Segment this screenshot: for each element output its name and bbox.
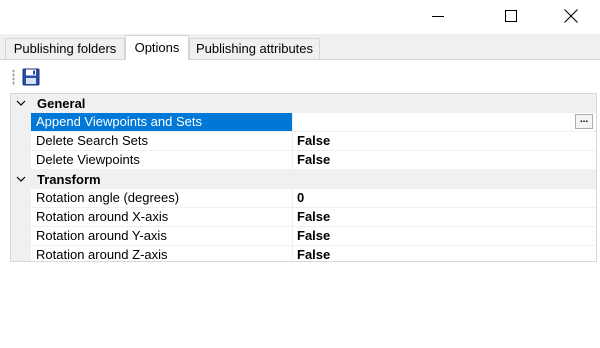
property-row-rotation-y[interactable]: Rotation around Y-axis False [31, 227, 596, 246]
tab-publishing-attributes[interactable]: Publishing attributes [189, 38, 320, 59]
property-value[interactable]: False [294, 227, 596, 245]
chevron-down-icon[interactable] [15, 171, 27, 187]
property-row-delete-search-sets[interactable]: Delete Search Sets False [31, 132, 596, 151]
property-name: Rotation around Z-axis [31, 246, 293, 264]
property-name: Rotation around Y-axis [31, 227, 293, 245]
maximize-button[interactable] [488, 0, 534, 32]
property-grid: General Append Viewpoints and Sets ... D… [10, 93, 597, 265]
floppy-disk-save-icon [22, 68, 40, 86]
property-value[interactable]: ... [294, 113, 596, 131]
maximize-icon [505, 10, 517, 22]
category-general[interactable]: General [11, 94, 596, 113]
toolbar-grip[interactable] [12, 69, 15, 86]
category-label: Transform [37, 172, 101, 187]
property-value[interactable]: False [294, 208, 596, 226]
property-name: Rotation around X-axis [31, 208, 293, 226]
save-button[interactable] [21, 67, 41, 87]
ellipsis-button[interactable]: ... [575, 114, 593, 129]
property-name: Delete Search Sets [31, 132, 293, 150]
property-value[interactable]: False [294, 132, 596, 150]
property-name: Rotation angle (degrees) [31, 189, 293, 207]
property-value[interactable]: False [294, 151, 596, 169]
property-value[interactable]: False [294, 246, 596, 264]
tab-publishing-folders[interactable]: Publishing folders [5, 38, 125, 59]
chevron-down-icon[interactable] [15, 95, 27, 111]
close-icon [564, 9, 578, 23]
toolbar [0, 60, 600, 93]
property-value[interactable]: 0 [294, 189, 596, 207]
property-name: Delete Viewpoints [31, 151, 293, 169]
property-row-delete-viewpoints[interactable]: Delete Viewpoints False [31, 151, 596, 170]
tab-options[interactable]: Options [125, 35, 189, 61]
property-name: Append Viewpoints and Sets [31, 113, 293, 131]
property-row-rotation-x[interactable]: Rotation around X-axis False [31, 208, 596, 227]
title-bar [0, 0, 600, 34]
category-label: General [37, 96, 86, 111]
minimize-button[interactable] [415, 0, 461, 32]
property-row-rotation-angle[interactable]: Rotation angle (degrees) 0 [31, 189, 596, 208]
property-row-rotation-z[interactable]: Rotation around Z-axis False [31, 246, 596, 265]
property-row-append-viewpoints[interactable]: Append Viewpoints and Sets ... [31, 113, 596, 132]
category-transform[interactable]: Transform [11, 170, 596, 189]
minimize-icon [432, 16, 444, 17]
close-button[interactable] [548, 0, 594, 32]
